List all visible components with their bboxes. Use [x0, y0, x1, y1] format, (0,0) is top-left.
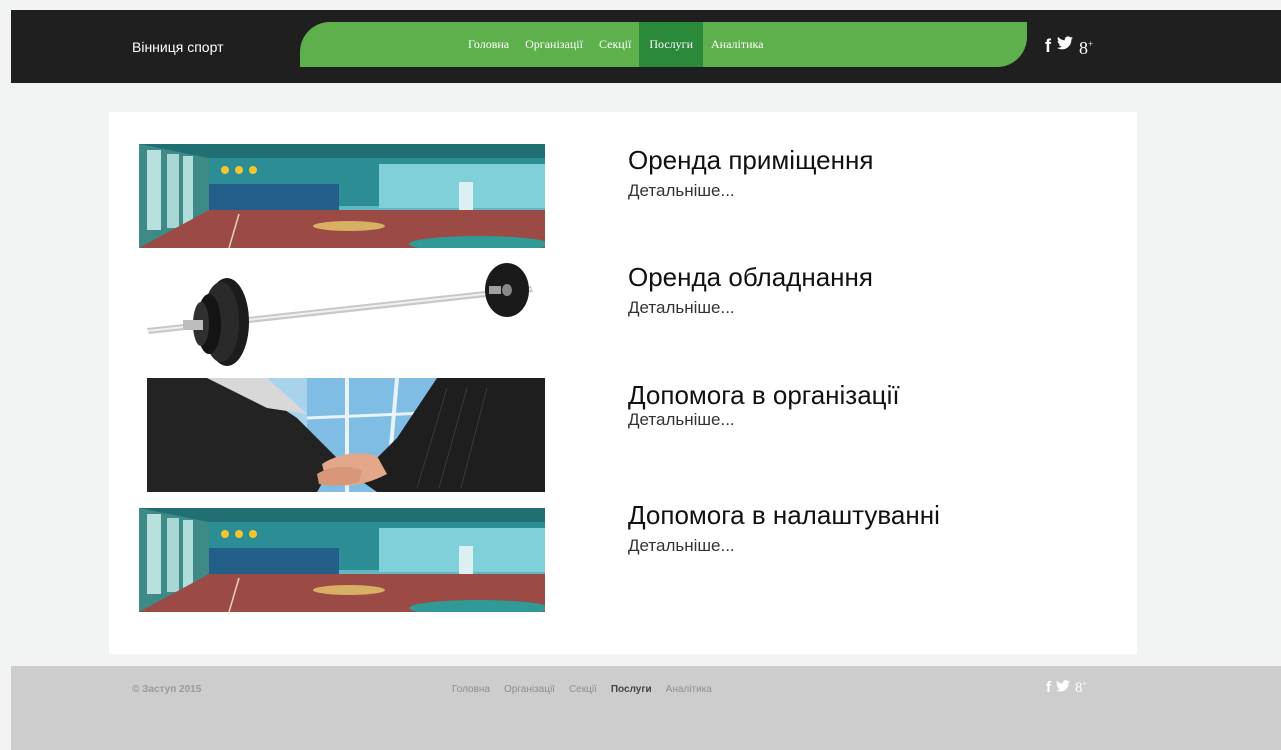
details-link[interactable]: Детальніше... — [628, 410, 735, 430]
google-plus-icon[interactable]: 8+ — [1075, 679, 1087, 697]
site-brand[interactable]: Вінниця спорт — [132, 39, 223, 55]
footer-nav-services[interactable]: Послуги — [611, 684, 652, 695]
nav-item-organizations[interactable]: Організації — [517, 22, 591, 67]
twitter-icon[interactable] — [1056, 679, 1070, 697]
footer-nav-home[interactable]: Головна — [452, 684, 490, 695]
services-panel: Оренда приміщення Детальніше... Оренда о… — [109, 112, 1137, 654]
footer-nav-sections[interactable]: Секції — [569, 684, 597, 695]
google-plus-icon[interactable]: 8+ — [1079, 34, 1093, 58]
facebook-icon[interactable]: f — [1046, 679, 1051, 697]
footer-nav-organizations[interactable]: Організації — [504, 684, 555, 695]
barbell-image — [139, 258, 545, 370]
sports-hall-image — [139, 144, 545, 248]
twitter-icon[interactable] — [1057, 36, 1073, 56]
service-title[interactable]: Допомога в налаштуванні — [628, 500, 940, 531]
site-footer: © Заступ 2015 Головна Організації Секції… — [11, 666, 1281, 750]
copyright-text: © Заступ 2015 — [132, 684, 202, 695]
facebook-icon[interactable]: f — [1045, 36, 1051, 56]
nav-item-analytics[interactable]: Аналітика — [703, 22, 771, 67]
service-title[interactable]: Оренда приміщення — [628, 145, 873, 176]
nav-item-services[interactable]: Послуги — [639, 22, 703, 67]
handshake-image — [147, 378, 545, 492]
nav-item-sections[interactable]: Секції — [591, 22, 639, 67]
service-title[interactable]: Допомога в організації — [628, 380, 900, 411]
details-link[interactable]: Детальніше... — [628, 298, 735, 318]
main-nav: Головна Організації Секції Послуги Аналі… — [300, 22, 1027, 67]
nav-item-home[interactable]: Головна — [460, 22, 517, 67]
details-link[interactable]: Детальніше... — [628, 536, 735, 556]
footer-social-links: f 8+ — [1046, 679, 1087, 697]
sports-hall-image — [139, 508, 545, 612]
footer-nav-analytics[interactable]: Аналітика — [666, 684, 712, 695]
footer-nav: Головна Організації Секції Послуги Аналі… — [452, 684, 712, 695]
social-links: f 8+ — [1045, 34, 1093, 58]
service-title[interactable]: Оренда обладнання — [628, 262, 873, 293]
site-header: Вінниця спорт Головна Організації Секції… — [11, 10, 1281, 83]
details-link[interactable]: Детальніше... — [628, 181, 735, 201]
